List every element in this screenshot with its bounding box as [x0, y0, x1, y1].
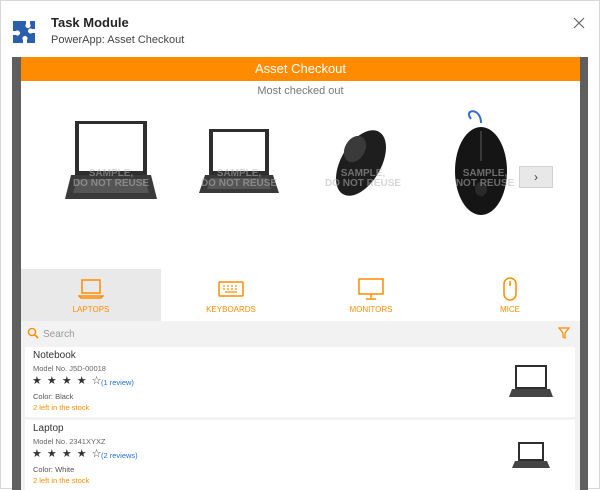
tab-label: MICE	[500, 305, 520, 314]
product-model: Model No. 2341XYXZ	[33, 437, 106, 446]
stock-status: 2 left in the stock	[33, 476, 90, 485]
watermark: SAMPLE, DO NOT REUSE	[72, 168, 150, 189]
carousel-item-1[interactable]: SAMPLE, DO NOT REUSE	[61, 109, 161, 237]
tab-monitors[interactable]: MONITORS	[301, 269, 441, 321]
tab-label: MONITORS	[349, 305, 393, 314]
stock-status: 2 left in the stock	[33, 403, 90, 412]
product-name: Laptop	[33, 423, 64, 434]
powerapp-frame: Asset Checkout Most checked out SAMPLE, D…	[12, 57, 588, 490]
rating-stars: ★ ★ ★ ★ ☆	[32, 375, 103, 387]
monitor-icon	[358, 278, 384, 300]
watermark: SAMPLE, DO NOT REUSE	[324, 168, 402, 189]
product-color: Color: Black	[33, 392, 74, 401]
reviews-link[interactable]: (1 review)	[101, 378, 134, 387]
laptop-icon	[78, 279, 104, 299]
app-title: Asset Checkout	[21, 57, 580, 81]
reviews-link[interactable]: (2 reviews)	[101, 451, 138, 460]
product-name: Notebook	[33, 350, 76, 361]
tab-label: LAPTOPS	[72, 305, 110, 314]
puzzle-piece-icon	[11, 19, 37, 45]
product-card-notebook[interactable]: Notebook Model No. J5D-00018 ★ ★ ★ ★ ☆ (…	[25, 347, 575, 417]
dialog-header: Task Module PowerApp: Asset Checkout	[1, 1, 599, 57]
carousel-item-3[interactable]: SAMPLE, DO NOT REUSE	[313, 109, 413, 237]
product-card-laptop[interactable]: Laptop Model No. 2341XYXZ ★ ★ ★ ★ ☆ (2 r…	[25, 420, 575, 490]
laptop-thumbnail	[512, 442, 550, 468]
carousel-next-button[interactable]: ›	[519, 166, 553, 188]
tab-laptops[interactable]: LAPTOPS	[21, 269, 161, 321]
tab-label: KEYBOARDS	[206, 305, 256, 314]
search-bar	[21, 321, 580, 345]
search-icon	[27, 326, 39, 344]
most-checked-out-carousel: Most checked out SAMPLE, DO NOT REUSE SA…	[21, 81, 580, 269]
tab-mice[interactable]: MICE	[440, 269, 580, 321]
search-input[interactable]	[43, 325, 543, 343]
watermark: SAMPLE, DO NOT REUSE	[200, 168, 278, 189]
tab-keyboards[interactable]: KEYBOARDS	[161, 269, 301, 321]
product-model: Model No. J5D-00018	[33, 364, 106, 373]
carousel-item-2[interactable]: SAMPLE, DO NOT REUSE	[189, 109, 289, 237]
keyboard-icon	[218, 281, 244, 297]
mouse-icon	[503, 277, 517, 301]
dialog-subtitle: PowerApp: Asset Checkout	[51, 34, 185, 46]
filter-icon[interactable]	[557, 326, 571, 344]
asset-checkout-app: Asset Checkout Most checked out SAMPLE, D…	[21, 57, 580, 490]
laptop-thumbnail	[509, 365, 553, 397]
dialog-title: Task Module	[51, 15, 129, 30]
rating-stars: ★ ★ ★ ★ ☆	[32, 448, 103, 460]
product-color: Color: White	[33, 465, 75, 474]
close-icon[interactable]	[571, 15, 587, 31]
task-module-dialog: Task Module PowerApp: Asset Checkout Ass…	[0, 0, 600, 490]
carousel-heading: Most checked out	[257, 85, 344, 97]
category-tabs: LAPTOPS KEYBOARDS MONITORS MICE	[21, 269, 580, 321]
